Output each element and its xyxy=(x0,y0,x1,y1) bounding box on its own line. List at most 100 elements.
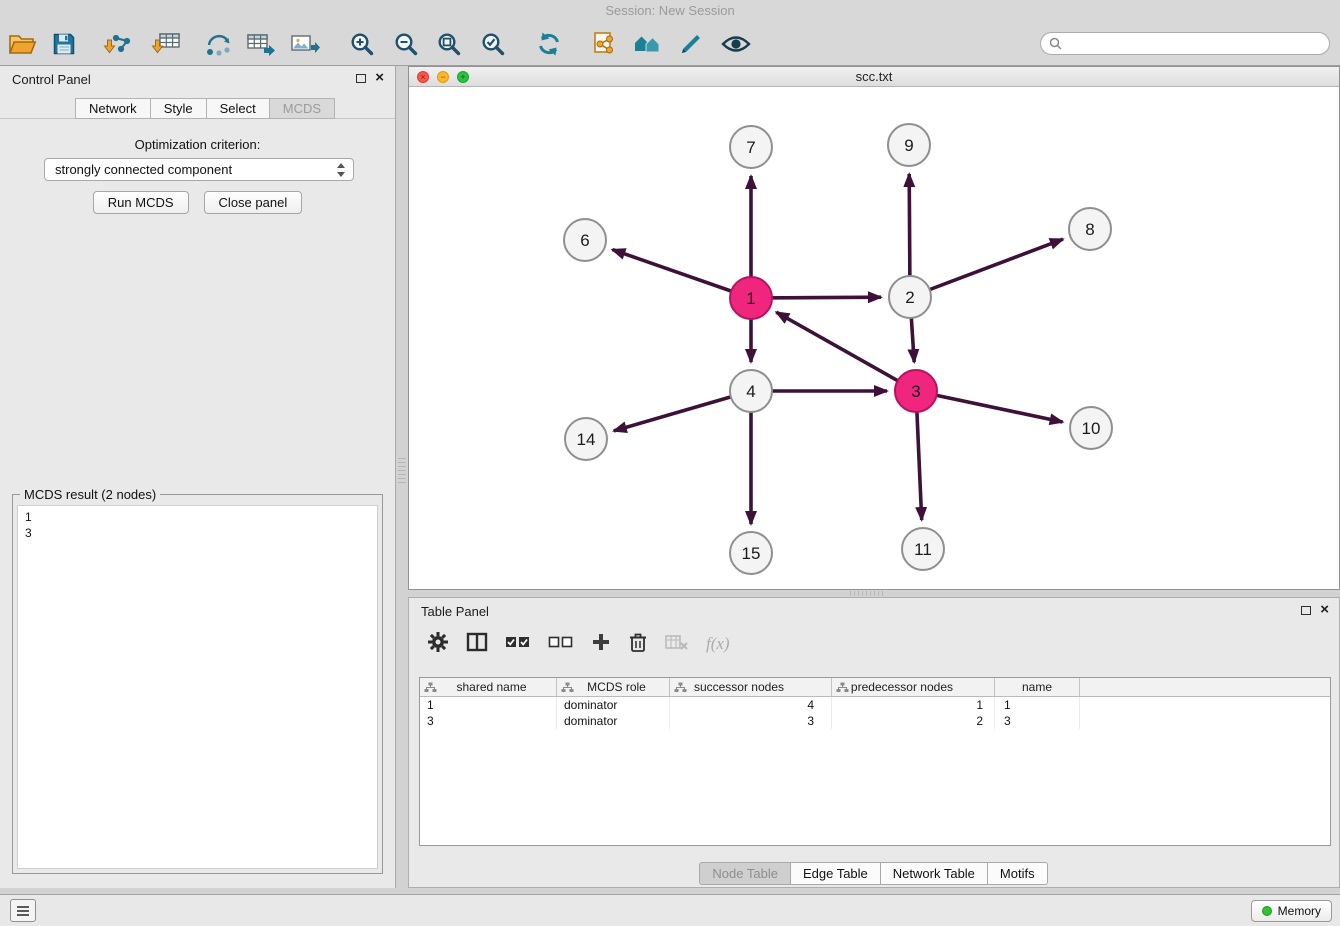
run-mcds-button[interactable]: Run MCDS xyxy=(93,191,189,214)
node-11[interactable]: 11 xyxy=(902,528,944,570)
criterion-dropdown[interactable]: strongly connected component xyxy=(44,158,354,181)
svg-text:4: 4 xyxy=(746,382,755,401)
new-network-from-selection-button[interactable] xyxy=(200,26,236,62)
network-home-button[interactable] xyxy=(630,26,666,62)
tab-motifs[interactable]: Motifs xyxy=(987,862,1048,885)
node-10[interactable]: 10 xyxy=(1070,407,1112,449)
cell-mcds-role: dominator xyxy=(557,713,670,729)
column-header-successor-nodes[interactable]: successor nodes xyxy=(670,678,832,696)
open-session-button[interactable] xyxy=(4,26,40,62)
edge-1-6[interactable] xyxy=(612,250,751,298)
tab-node-table[interactable]: Node Table xyxy=(699,862,791,885)
svg-text:6: 6 xyxy=(580,231,589,250)
table-row[interactable]: 3 dominator 3 2 3 xyxy=(420,713,1330,729)
window-controls: × − + xyxy=(417,71,469,83)
table-row[interactable]: 1 dominator 4 1 1 xyxy=(420,697,1330,713)
search-input[interactable] xyxy=(1067,37,1321,51)
network-window-titlebar[interactable]: × − + scc.txt xyxy=(409,67,1339,87)
export-image-button[interactable] xyxy=(287,26,323,62)
zoom-selected-button[interactable] xyxy=(475,26,511,62)
zoom-selected-icon xyxy=(480,31,506,57)
select-all-button[interactable] xyxy=(505,633,531,656)
style-brush-button[interactable] xyxy=(674,26,710,62)
node-7[interactable]: 7 xyxy=(730,126,772,168)
list-icon xyxy=(16,905,30,917)
mcds-result-title: MCDS result (2 nodes) xyxy=(20,487,160,502)
table-panel-close-button[interactable]: × xyxy=(1320,600,1329,620)
trash-icon xyxy=(628,631,648,653)
column-header-shared-name[interactable]: shared name xyxy=(420,678,557,696)
minimize-window-icon[interactable]: − xyxy=(437,71,449,83)
node-table: shared name MCDS role successor nodes pr… xyxy=(419,677,1331,846)
column-header-predecessor-nodes[interactable]: predecessor nodes xyxy=(832,678,995,696)
edge-2-8[interactable] xyxy=(910,239,1063,297)
memory-button[interactable]: Memory xyxy=(1251,900,1332,922)
node-8[interactable]: 8 xyxy=(1069,208,1111,250)
save-icon xyxy=(52,32,76,56)
brush-icon xyxy=(679,32,705,56)
show-hide-details-button[interactable] xyxy=(718,26,754,62)
delete-table-button[interactable] xyxy=(665,632,689,657)
table-panel-tabs: Node Table Edge Table Network Table Moti… xyxy=(409,862,1339,885)
column-header-name[interactable]: name xyxy=(995,678,1080,696)
first-neighbors-button[interactable] xyxy=(586,26,622,62)
zoom-in-icon xyxy=(349,31,375,57)
column-label: MCDS role xyxy=(587,680,646,694)
zoom-fit-button[interactable] xyxy=(431,26,467,62)
tab-style[interactable]: Style xyxy=(150,98,207,119)
tab-network[interactable]: Network xyxy=(75,98,151,119)
unselect-all-button[interactable] xyxy=(548,633,574,656)
task-history-button[interactable] xyxy=(10,899,36,922)
close-window-icon[interactable]: × xyxy=(417,71,429,83)
cell-successor-nodes: 4 xyxy=(670,697,832,713)
apply-layout-button[interactable] xyxy=(531,26,567,62)
cell-name: 1 xyxy=(995,697,1080,713)
node-15[interactable]: 15 xyxy=(730,532,772,574)
zoom-out-button[interactable] xyxy=(388,26,424,62)
tab-network-table[interactable]: Network Table xyxy=(880,862,988,885)
node-4[interactable]: 4 xyxy=(730,370,772,412)
table-settings-button[interactable] xyxy=(427,631,449,658)
new-network-from-selection-icon xyxy=(204,31,232,57)
tab-mcds[interactable]: MCDS xyxy=(269,98,335,119)
maximize-window-icon[interactable]: + xyxy=(457,71,469,83)
node-9[interactable]: 9 xyxy=(888,124,930,166)
close-panel-button[interactable]: Close panel xyxy=(204,191,303,214)
edge-3-1[interactable] xyxy=(776,312,916,391)
function-builder-button[interactable]: f(x) xyxy=(706,634,730,654)
delete-column-button[interactable] xyxy=(628,631,648,658)
column-label: name xyxy=(1022,680,1052,694)
node-2[interactable]: 2 xyxy=(889,276,931,318)
export-table-button[interactable] xyxy=(243,26,279,62)
network-canvas[interactable]: 7 9 6 8 1 2 4 3 14 10 15 11 xyxy=(409,87,1339,589)
svg-text:8: 8 xyxy=(1085,220,1094,239)
save-session-button[interactable] xyxy=(46,26,82,62)
cell-predecessor-nodes: 2 xyxy=(832,713,995,729)
zoom-in-button[interactable] xyxy=(344,26,380,62)
node-6[interactable]: 6 xyxy=(564,219,606,261)
import-network-button[interactable] xyxy=(100,26,136,62)
control-panel-float-button[interactable] xyxy=(356,74,366,83)
column-sort-icon xyxy=(561,682,574,696)
tab-edge-table[interactable]: Edge Table xyxy=(790,862,881,885)
window-title: Session: New Session xyxy=(605,3,734,18)
horizontal-splitter-handle[interactable] xyxy=(850,591,884,596)
edge-3-10[interactable] xyxy=(916,391,1063,422)
svg-text:10: 10 xyxy=(1082,419,1101,438)
node-14[interactable]: 14 xyxy=(565,418,607,460)
toolbar-search[interactable] xyxy=(1040,32,1330,55)
mcds-result-list[interactable]: 1 3 xyxy=(17,505,378,869)
import-table-button[interactable] xyxy=(148,26,184,62)
node-3[interactable]: 3 xyxy=(895,370,937,412)
column-header-mcds-role[interactable]: MCDS role xyxy=(557,678,670,696)
tab-select[interactable]: Select xyxy=(206,98,270,119)
control-panel-close-button[interactable]: × xyxy=(375,68,384,88)
split-panel-button[interactable] xyxy=(466,631,488,658)
mcds-buttons-row: Run MCDS Close panel xyxy=(0,191,395,214)
add-column-button[interactable] xyxy=(591,632,611,657)
node-1[interactable]: 1 xyxy=(730,277,772,319)
vertical-splitter-handle[interactable] xyxy=(398,458,406,486)
cell-shared-name: 1 xyxy=(420,697,557,713)
table-panel-float-button[interactable] xyxy=(1301,606,1311,615)
svg-text:2: 2 xyxy=(905,288,914,307)
